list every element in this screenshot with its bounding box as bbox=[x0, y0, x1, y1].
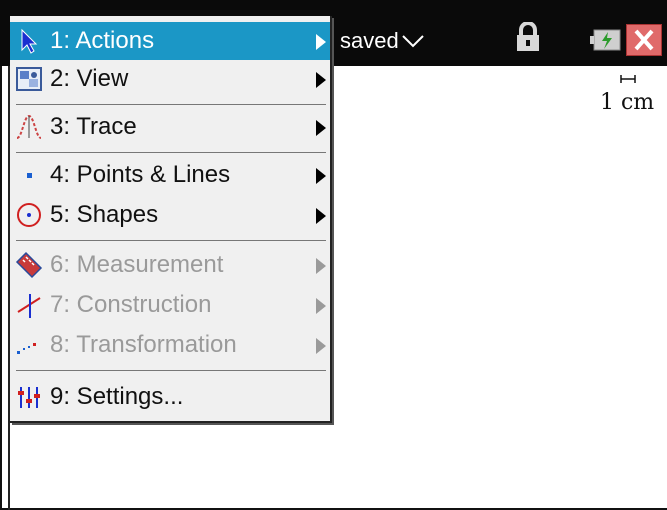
menu-separator bbox=[16, 370, 326, 371]
document-title[interactable]: saved bbox=[340, 28, 399, 54]
menu-separator bbox=[16, 240, 326, 241]
menu-item-trace[interactable]: 3: Trace bbox=[10, 108, 330, 146]
menu-item-actions[interactable]: 1: Actions bbox=[10, 22, 330, 60]
menu-item-construction: 7: Construction bbox=[10, 286, 330, 324]
menu-item-label: 1: Actions bbox=[50, 27, 155, 54]
circle-shape-icon bbox=[17, 203, 41, 227]
scale-bar-icon bbox=[620, 75, 636, 83]
context-menu: 1: Actions 2: View 3: Trace 4: Points & … bbox=[10, 16, 332, 423]
submenu-arrow-icon bbox=[316, 168, 326, 184]
settings-sliders-icon bbox=[18, 387, 40, 408]
menu-separator bbox=[16, 104, 326, 105]
menu-item-label: 2: View bbox=[50, 65, 129, 92]
menu-item-label: 7: Construction bbox=[50, 291, 212, 318]
submenu-arrow-icon bbox=[316, 298, 326, 314]
pointer-arrow-icon bbox=[21, 28, 38, 54]
menu-separator bbox=[16, 152, 326, 153]
menu-item-label: 6: Measurement bbox=[50, 251, 224, 278]
battery-icon bbox=[590, 29, 621, 51]
menu-item-settings[interactable]: 9: Settings... bbox=[10, 378, 330, 416]
point-icon bbox=[27, 173, 32, 178]
submenu-arrow-icon bbox=[316, 258, 326, 274]
menu-item-shapes[interactable]: 5: Shapes bbox=[10, 196, 330, 234]
submenu-arrow-icon bbox=[316, 208, 326, 224]
construction-icon bbox=[17, 294, 41, 318]
submenu-arrow-icon bbox=[316, 120, 326, 136]
submenu-arrow-icon bbox=[316, 72, 326, 88]
submenu-arrow-icon bbox=[316, 34, 326, 50]
scale-label: 1 cm bbox=[600, 90, 655, 115]
menu-item-label: 4: Points & Lines bbox=[50, 161, 231, 188]
menu-item-label: 9: Settings... bbox=[50, 383, 184, 410]
menu-item-label: 3: Trace bbox=[50, 113, 137, 140]
lock-icon bbox=[517, 22, 539, 51]
menu-item-label: 5: Shapes bbox=[50, 201, 159, 228]
menu-item-points-lines[interactable]: 4: Points & Lines bbox=[10, 156, 330, 194]
close-icon[interactable] bbox=[626, 24, 662, 56]
menu-item-measurement: 6: Measurement bbox=[10, 246, 330, 284]
transformation-icon bbox=[17, 343, 36, 354]
chevron-down-icon[interactable] bbox=[402, 34, 424, 48]
trace-icon bbox=[16, 114, 42, 139]
submenu-arrow-icon bbox=[316, 338, 326, 354]
view-icon bbox=[16, 67, 42, 91]
menu-item-transformation: 8: Transformation bbox=[10, 326, 330, 364]
menu-item-view[interactable]: 2: View bbox=[10, 60, 330, 98]
ruler-icon bbox=[15, 251, 43, 279]
menu-item-label: 8: Transformation bbox=[50, 331, 237, 358]
